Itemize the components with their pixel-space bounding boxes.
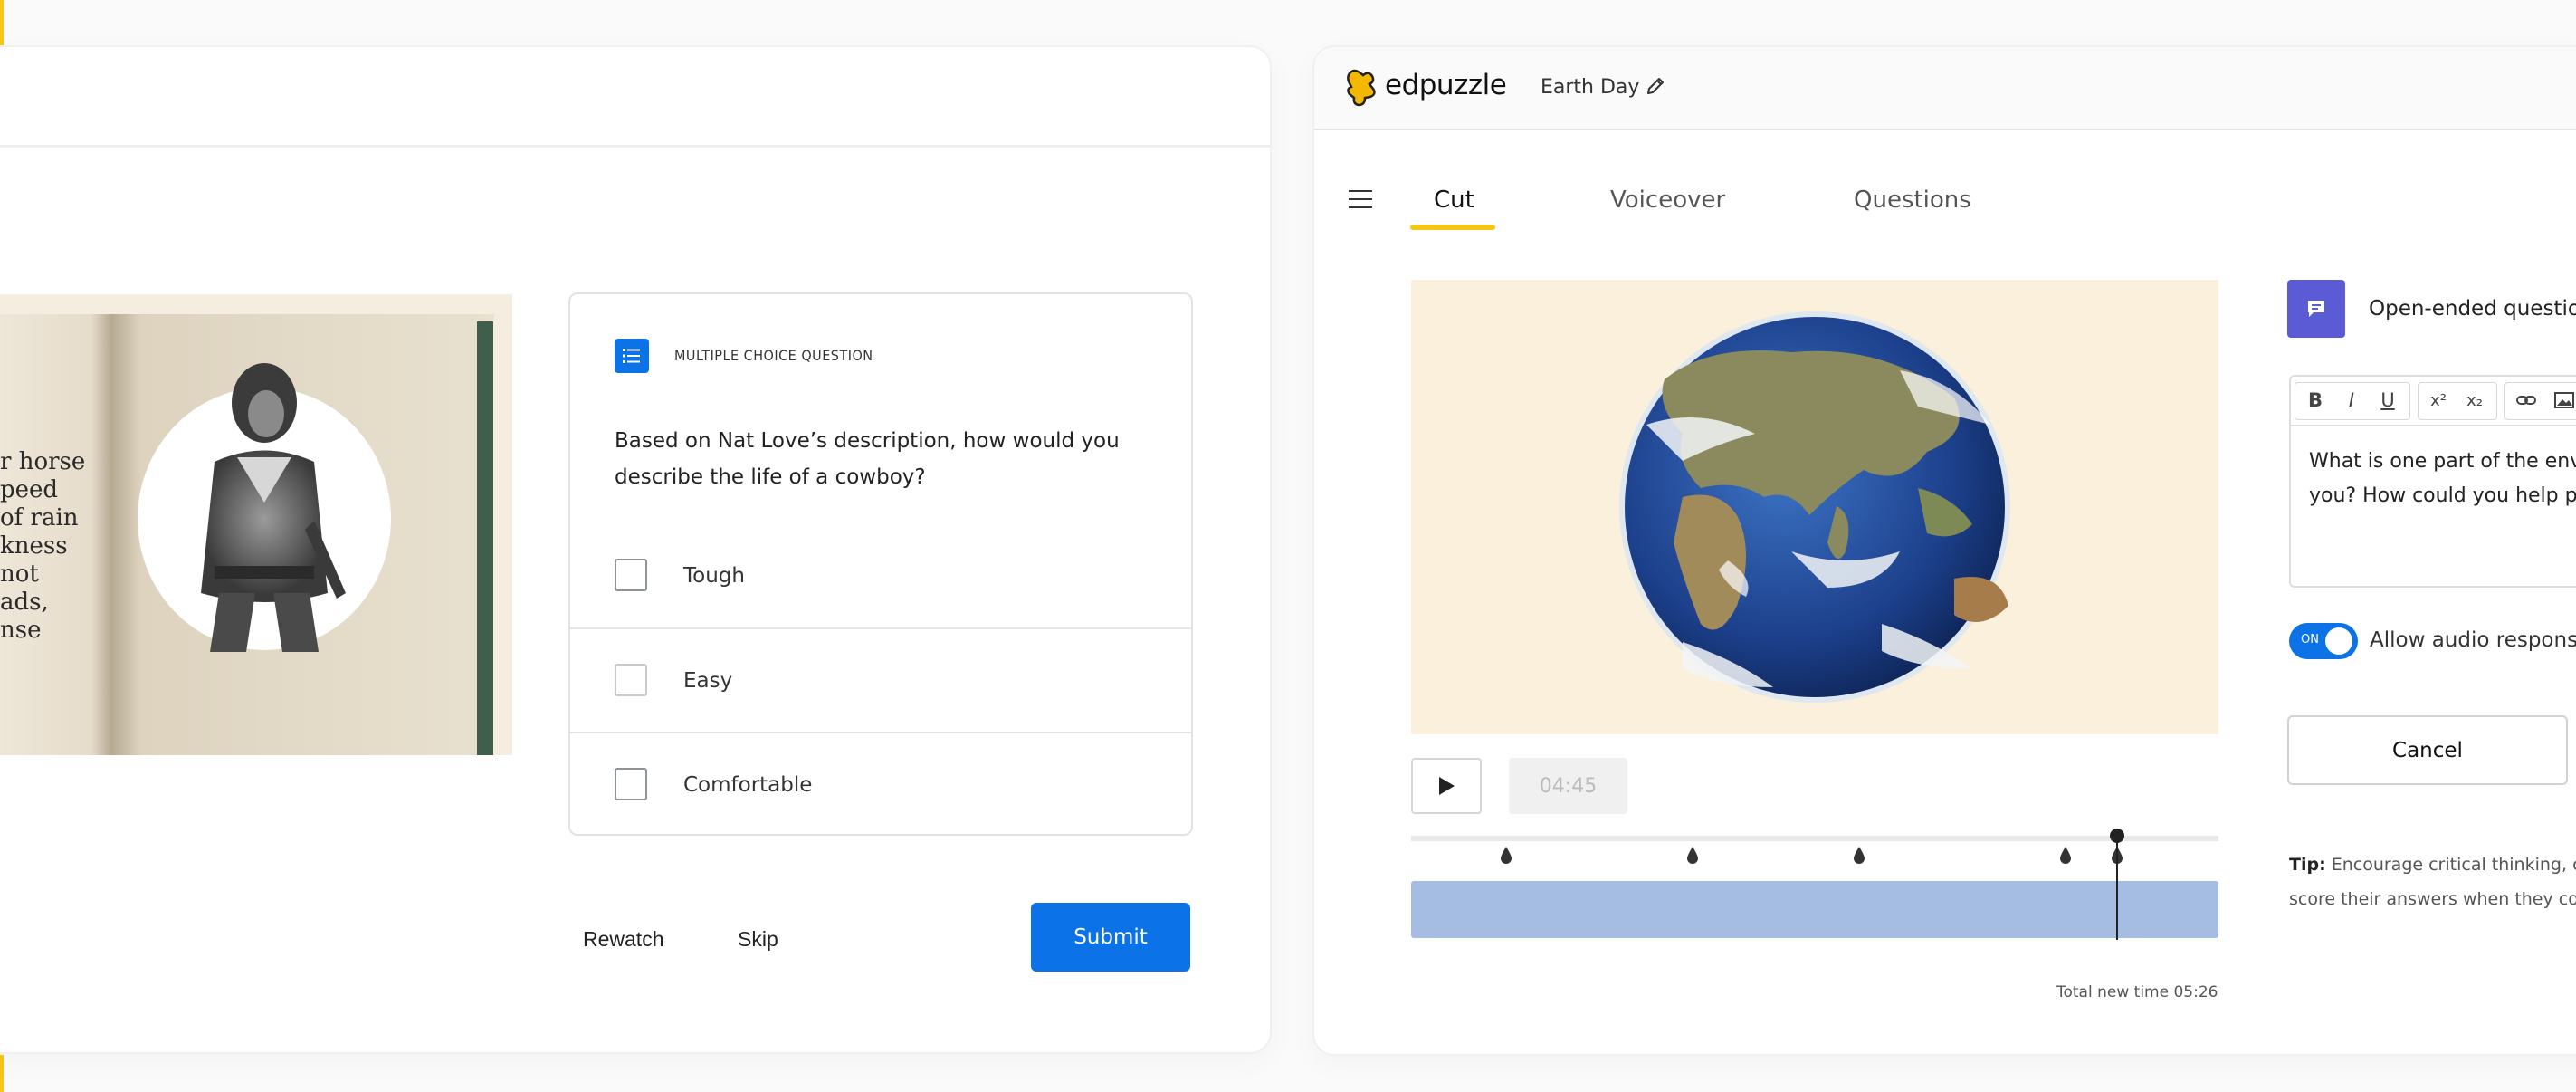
question-text: Based on Nat Love’s description, how wou… — [615, 429, 1120, 489]
pencil-icon[interactable] — [1644, 74, 1667, 98]
playhead-handle[interactable] — [2110, 829, 2124, 843]
playhead[interactable] — [2116, 836, 2118, 940]
video-preview[interactable] — [1411, 280, 2218, 734]
tab-voiceover[interactable]: Voiceover — [1610, 187, 1725, 214]
submit-button[interactable]: Submit — [1031, 903, 1190, 972]
question-marker-icon[interactable] — [1852, 847, 1866, 865]
play-icon — [1439, 777, 1455, 795]
bold-button[interactable]: B — [2298, 384, 2333, 417]
current-time: 04:45 — [1509, 758, 1627, 814]
link-icon[interactable] — [2508, 384, 2544, 417]
clip-range-bar[interactable] — [1411, 881, 2218, 938]
option-label: Easy — [683, 669, 733, 693]
option-label: Tough — [683, 564, 745, 588]
superscript-button[interactable]: x² — [2421, 384, 2456, 417]
answer-option-tough[interactable]: Tough — [570, 524, 1191, 627]
speech-bubble-icon — [2287, 280, 2345, 338]
list-icon — [615, 339, 649, 373]
toggle-state-label: ON — [2301, 633, 2319, 647]
question-marker-icon[interactable] — [1499, 847, 1513, 865]
question-type-label: Open-ended questior — [2369, 297, 2576, 321]
audio-responses-toggle[interactable]: ON — [2289, 623, 2358, 659]
multiple-choice-card: MULTIPLE CHOICE QUESTION Based on Nat Lo… — [568, 292, 1193, 836]
question-marker-icon[interactable] — [1685, 847, 1700, 865]
total-time-label: Total new time 05:26 — [2056, 983, 2218, 1001]
earth-image — [1619, 311, 2010, 703]
checkbox[interactable] — [615, 664, 647, 696]
question-marker-icon[interactable] — [2058, 847, 2073, 865]
question-text-editor[interactable]: What is one part of the envir you? How c… — [2289, 425, 2576, 588]
tip-text: Tip: Encourage critical thinking, c scor… — [2289, 848, 2576, 916]
book-text-line: peed — [0, 476, 59, 503]
video-editor-panel: edpuzzle Earth Day Cut Voiceover Questio… — [1312, 45, 2576, 1056]
book-illustration: r horse peed of rain kness not ads, nse — [0, 294, 512, 755]
timeline-track[interactable] — [1411, 836, 2218, 841]
book-text-line: r horse — [0, 448, 86, 475]
rewatch-button[interactable]: Rewatch — [583, 927, 663, 952]
question-type-label: MULTIPLE CHOICE QUESTION — [674, 347, 873, 364]
editor-line: you? How could you help pro — [2309, 484, 2576, 507]
logo-wordmark: edpuzzle — [1385, 69, 1507, 101]
student-question-panel: r horse peed of rain kness not ads, nse … — [0, 45, 1272, 1054]
project-title: Earth Day — [1541, 76, 1640, 99]
underline-button[interactable]: U — [2371, 384, 2405, 417]
book-text-line: ads, — [0, 589, 49, 616]
editor-line: What is one part of the envir — [2309, 450, 2576, 473]
play-button[interactable] — [1411, 758, 1482, 814]
book-text-line: kness — [0, 532, 68, 560]
book-text-line: not — [0, 560, 39, 588]
active-tab-indicator — [1410, 225, 1495, 230]
book-text-line: of rain — [0, 504, 79, 532]
rich-text-toolbar: B I U x² x₂ — [2289, 375, 2576, 426]
editor-top-bar: edpuzzle Earth Day — [1314, 47, 2576, 130]
accent-bar-top — [0, 0, 4, 45]
book-text-line: nse — [0, 617, 42, 644]
answer-option-easy[interactable]: Easy — [570, 627, 1191, 733]
italic-button[interactable]: I — [2334, 384, 2369, 417]
cancel-button[interactable]: Cancel — [2287, 715, 2568, 785]
editor-content: What is one part of the envir you? How c… — [2309, 445, 2576, 513]
toggle-knob — [2325, 627, 2352, 655]
checkbox[interactable] — [615, 768, 647, 800]
accent-bar-bottom — [0, 1055, 4, 1092]
skip-button[interactable]: Skip — [738, 927, 778, 952]
tab-questions[interactable]: Questions — [1854, 187, 1971, 214]
tip-line: score their answers when they co — [2289, 889, 2576, 909]
edpuzzle-logo-icon[interactable] — [1345, 67, 1379, 109]
subscript-button[interactable]: x₂ — [2457, 384, 2492, 417]
answer-option-comfortable[interactable]: Comfortable — [570, 732, 1191, 834]
tip-label: Tip: — [2289, 855, 2326, 875]
image-icon[interactable] — [2546, 384, 2576, 417]
header-divider — [0, 145, 1270, 148]
tab-cut[interactable]: Cut — [1434, 187, 1474, 214]
option-label: Comfortable — [683, 773, 813, 797]
tip-line: Encourage critical thinking, c — [2325, 855, 2576, 875]
audio-responses-label: Allow audio responses — [2370, 628, 2576, 652]
menu-icon[interactable] — [1349, 190, 1372, 210]
checkbox[interactable] — [615, 559, 647, 591]
